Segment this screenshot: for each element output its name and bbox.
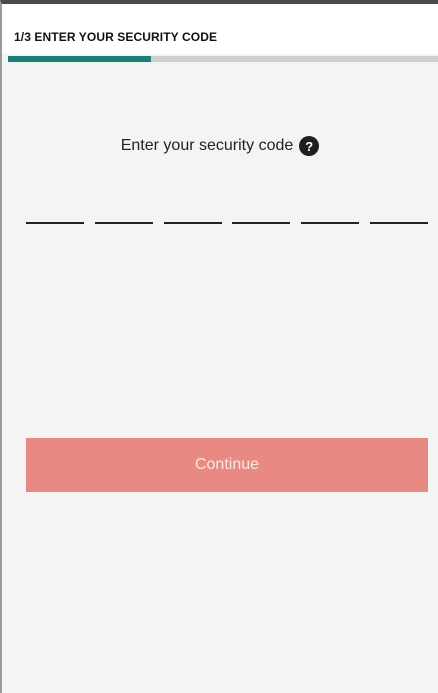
code-digit-2[interactable] (94, 190, 153, 224)
page-header: 1/3 ENTER YOUR SECURITY CODE (2, 4, 438, 54)
code-digit-5[interactable] (301, 190, 360, 224)
code-digit-6[interactable] (369, 190, 428, 224)
progress-bar-fill (8, 56, 152, 62)
question-circle-icon[interactable]: ? (299, 136, 320, 156)
security-code-page: 1/3 ENTER YOUR SECURITY CODE Enter your … (0, 0, 438, 693)
code-digit-3[interactable] (163, 190, 222, 224)
continue-button[interactable]: Continue (26, 438, 428, 492)
security-code-inputs (26, 190, 428, 224)
step-title: 1/3 ENTER YOUR SECURITY CODE (14, 30, 218, 44)
prompt-row: Enter your security code ? (2, 134, 438, 158)
code-digit-4[interactable] (232, 190, 291, 224)
code-digit-1[interactable] (26, 190, 84, 224)
progress-bar (8, 56, 438, 62)
security-code-prompt: Enter your security code (120, 137, 294, 154)
